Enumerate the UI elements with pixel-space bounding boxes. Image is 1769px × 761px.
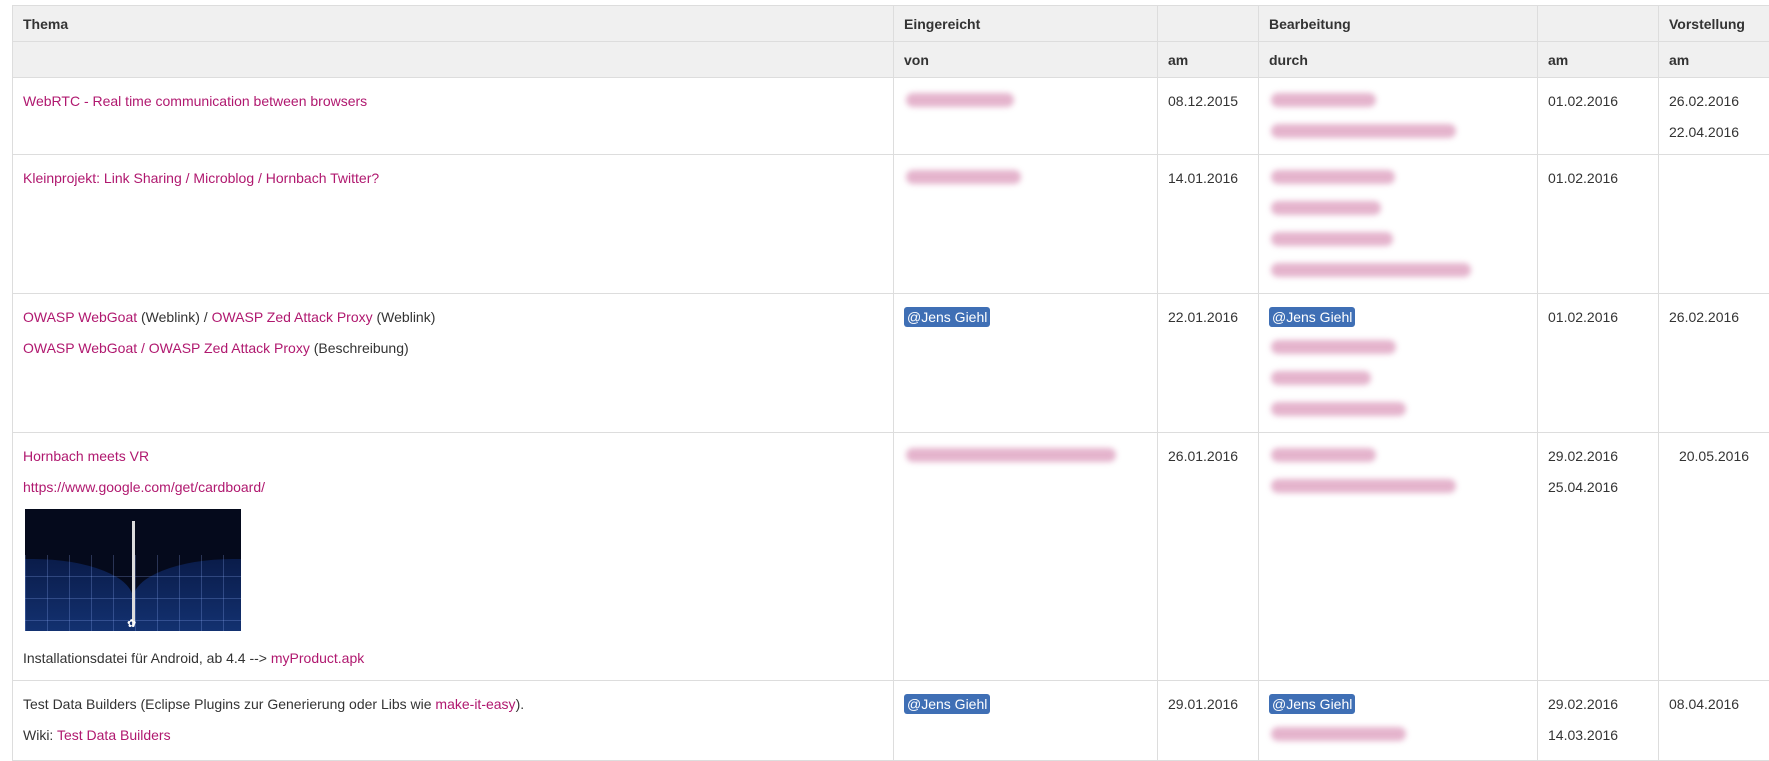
cell-processing-date: 01.02.2016 — [1538, 294, 1659, 433]
subheader-von: von — [894, 42, 1158, 78]
install-text: Installationsdatei für Android, ab 4.4 -… — [23, 650, 271, 666]
cell-presentation-date — [1659, 155, 1769, 294]
cardboard-url-link[interactable]: https://www.google.com/get/cardboard/ — [23, 479, 265, 495]
redacted-user — [1269, 472, 1527, 503]
cell-submitted-date: 14.01.2016 — [1158, 155, 1259, 294]
cell-processor — [1259, 78, 1538, 155]
cell-processing-date: 29.02.2016 25.04.2016 — [1538, 433, 1659, 681]
topic-text-end: ). — [516, 696, 525, 712]
redacted-user — [1269, 194, 1527, 225]
redacted-user — [1269, 720, 1527, 751]
apk-download-link[interactable]: myProduct.apk — [271, 650, 364, 666]
cell-submitter: @Jens Giehl — [894, 681, 1158, 761]
cell-submitter — [894, 78, 1158, 155]
weblink-text: (Weblink) — [373, 309, 436, 325]
topic-text: Test Data Builders (Eclipse Plugins zur … — [23, 696, 435, 712]
description-text: (Beschreibung) — [310, 340, 409, 356]
cell-processing-date: 29.02.2016 14.03.2016 — [1538, 681, 1659, 761]
user-mention[interactable]: @Jens Giehl — [904, 694, 990, 714]
table-row: OWASP WebGoat (Weblink) / OWASP Zed Atta… — [13, 294, 1769, 433]
gear-icon: ✿ — [127, 619, 136, 630]
topic-link[interactable]: WebRTC - Real time communication between… — [23, 93, 367, 109]
cell-processor: @Jens Giehl — [1259, 294, 1538, 433]
table-row: Hornbach meets VR https://www.google.com… — [13, 433, 1769, 681]
user-mention[interactable]: @Jens Giehl — [904, 307, 990, 327]
cell-processor — [1259, 155, 1538, 294]
redacted-user — [1269, 364, 1527, 395]
cell-submitter — [894, 155, 1158, 294]
cell-thema: Kleinprojekt: Link Sharing / Microblog /… — [13, 155, 894, 294]
wiki-link[interactable]: Test Data Builders — [57, 727, 171, 743]
cell-submitter — [894, 433, 1158, 681]
header-bearbeitung: Bearbeitung — [1259, 6, 1538, 42]
header-thema: Thema — [13, 6, 894, 42]
redacted-user — [904, 441, 1147, 472]
user-mention[interactable]: @Jens Giehl — [1269, 694, 1355, 714]
make-it-easy-link[interactable]: make-it-easy — [435, 696, 515, 712]
cell-processing-date: 01.02.2016 — [1538, 155, 1659, 294]
redacted-user — [1269, 395, 1527, 426]
subheader-durch: durch — [1259, 42, 1538, 78]
redacted-user — [1269, 441, 1527, 472]
cell-thema: WebRTC - Real time communication between… — [13, 78, 894, 155]
cell-thema: Hornbach meets VR https://www.google.com… — [13, 433, 894, 681]
topic-link[interactable]: Kleinprojekt: Link Sharing / Microblog /… — [23, 170, 379, 186]
redacted-user — [904, 163, 1147, 194]
redacted-user — [1269, 163, 1527, 194]
header-empty-1 — [1158, 6, 1259, 42]
cell-presentation-date: 26.02.2016 — [1659, 294, 1769, 433]
cell-submitted-date: 29.01.2016 — [1158, 681, 1259, 761]
redacted-user — [904, 86, 1147, 117]
table-row: Kleinprojekt: Link Sharing / Microblog /… — [13, 155, 1769, 294]
cell-submitted-date: 26.01.2016 — [1158, 433, 1259, 681]
owasp-zap-link[interactable]: OWASP Zed Attack Proxy — [212, 309, 373, 325]
vr-screenshot-image: ✿ — [25, 509, 241, 631]
redacted-user — [1269, 117, 1527, 148]
header-row-sub: von am durch am am — [13, 42, 1769, 78]
table-row: WebRTC - Real time communication between… — [13, 78, 1769, 155]
cell-submitted-date: 22.01.2016 — [1158, 294, 1259, 433]
cell-presentation-date: 20.05.2016 — [1659, 433, 1769, 681]
header-eingereicht: Eingereicht — [894, 6, 1158, 42]
weblink-text: (Weblink) / — [137, 309, 211, 325]
cell-processor: @Jens Giehl — [1259, 681, 1538, 761]
cell-thema: OWASP WebGoat (Weblink) / OWASP Zed Atta… — [13, 294, 894, 433]
topic-link[interactable]: Hornbach meets VR — [23, 448, 149, 464]
owasp-description-link[interactable]: OWASP WebGoat / OWASP Zed Attack Proxy — [23, 340, 310, 356]
cell-submitted-date: 08.12.2015 — [1158, 78, 1259, 155]
subheader-am-presentation: am — [1659, 42, 1769, 78]
redacted-user — [1269, 333, 1527, 364]
redacted-user — [1269, 86, 1527, 117]
redacted-user — [1269, 256, 1527, 287]
cell-submitter: @Jens Giehl — [894, 294, 1158, 433]
subheader-am-submitted: am — [1158, 42, 1259, 78]
wiki-label: Wiki: — [23, 727, 57, 743]
user-mention[interactable]: @Jens Giehl — [1269, 307, 1355, 327]
owasp-webgoat-link[interactable]: OWASP WebGoat — [23, 309, 137, 325]
subheader-empty — [13, 42, 894, 78]
redacted-user — [1269, 225, 1527, 256]
table-row: Test Data Builders (Eclipse Plugins zur … — [13, 681, 1769, 761]
cell-thema: Test Data Builders (Eclipse Plugins zur … — [13, 681, 894, 761]
topics-table: Thema Eingereicht Bearbeitung Vorstellun… — [12, 5, 1769, 761]
header-empty-2 — [1538, 6, 1659, 42]
cell-processing-date: 01.02.2016 — [1538, 78, 1659, 155]
cell-presentation-date: 08.04.2016 — [1659, 681, 1769, 761]
subheader-am-processing: am — [1538, 42, 1659, 78]
cell-presentation-date: 26.02.2016 22.04.2016 — [1659, 78, 1769, 155]
cell-processor — [1259, 433, 1538, 681]
header-row-top: Thema Eingereicht Bearbeitung Vorstellun… — [13, 6, 1769, 42]
header-vorstellung: Vorstellung — [1659, 6, 1769, 42]
